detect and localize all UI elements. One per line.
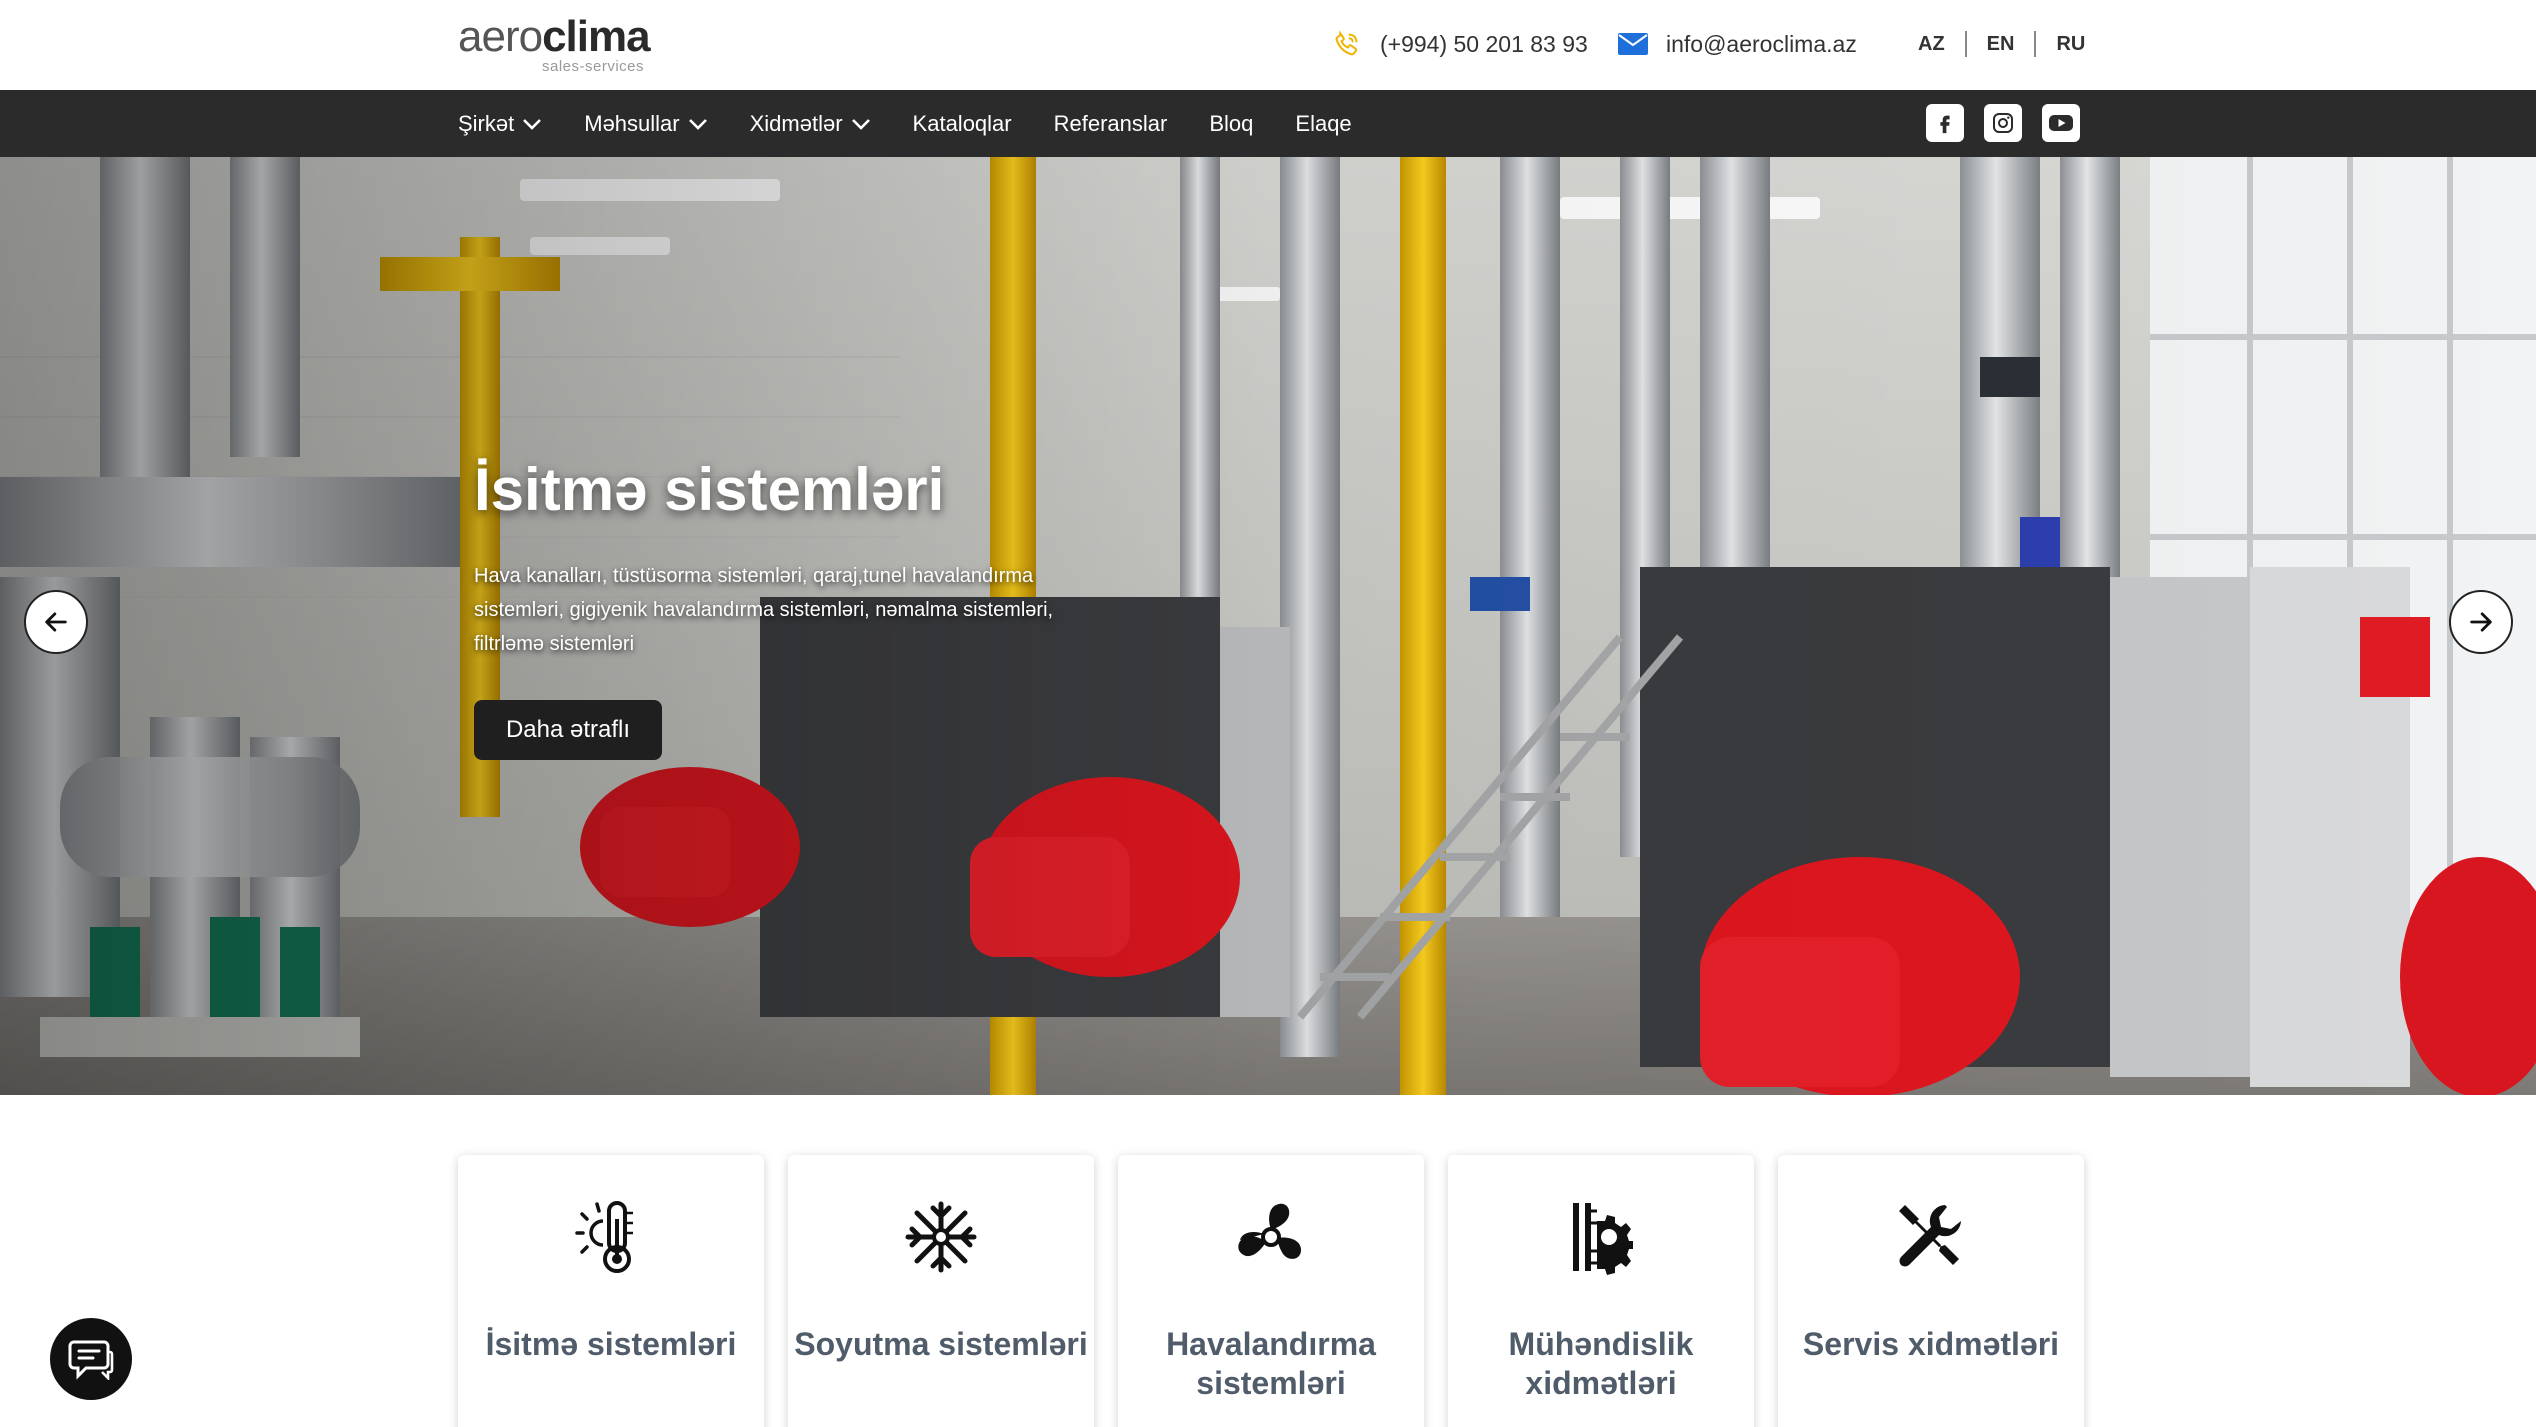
phone-icon xyxy=(1330,27,1364,61)
service-card-cooling[interactable]: Soyutma sistemləri xyxy=(788,1155,1094,1427)
email-text: info@aeroclima.az xyxy=(1666,31,1857,58)
nav-menu: Şirkət Məhsullar Xidmətlər Kataloqlar Re… xyxy=(458,90,1394,157)
top-header: aeroclima sales-services (+994) 50 201 8… xyxy=(0,0,2536,90)
lang-en[interactable]: EN xyxy=(1987,33,2015,56)
slider-next-button[interactable] xyxy=(2449,590,2513,654)
hero-background-image xyxy=(0,157,2536,1095)
arrow-right-icon xyxy=(2467,608,2495,636)
nav-item-bloq[interactable]: Bloq xyxy=(1209,111,1253,137)
slider-prev-button[interactable] xyxy=(24,590,88,654)
service-card-label: İsitmə sistemləri xyxy=(458,1325,764,1364)
wrench-screwdriver-icon xyxy=(1893,1199,1969,1275)
main-navbar: Şirkət Məhsullar Xidmətlər Kataloqlar Re… xyxy=(0,90,2536,157)
service-card-service[interactable]: Servis xidmətləri xyxy=(1778,1155,2084,1427)
nav-item-label: Xidmətlər xyxy=(750,111,843,137)
lang-az[interactable]: AZ xyxy=(1918,33,1945,56)
nav-item-referanslar[interactable]: Referanslar xyxy=(1054,111,1168,137)
youtube-icon[interactable] xyxy=(2042,104,2080,142)
language-switcher: AZ EN RU xyxy=(1918,28,2085,60)
engineering-gear-icon xyxy=(1563,1199,1639,1275)
hero-description: Hava kanalları, tüstüsorma sistemləri, q… xyxy=(474,559,1114,661)
chat-widget-button[interactable] xyxy=(50,1318,132,1400)
thermometer-sun-icon xyxy=(573,1199,649,1275)
nav-item-kataloqlar[interactable]: Kataloqlar xyxy=(913,111,1012,137)
instagram-icon[interactable] xyxy=(1984,104,2022,142)
hero-slider: İsitmə sistemləri Hava kanalları, tüstüs… xyxy=(0,157,2536,1095)
nav-item-label: Kataloqlar xyxy=(913,111,1012,137)
arrow-left-icon xyxy=(42,608,70,636)
lang-ru[interactable]: RU xyxy=(2056,33,2085,56)
email-contact[interactable]: info@aeroclima.az xyxy=(1616,26,1857,62)
nav-item-sirket[interactable]: Şirkət xyxy=(458,111,542,137)
chat-icon xyxy=(68,1338,114,1380)
service-cards: İsitmə sistemləri Soyutma sistemləri Hav… xyxy=(458,1155,2084,1427)
logo-part-aero: aero xyxy=(458,12,542,61)
nav-item-xidmetler[interactable]: Xidmətlər xyxy=(750,111,871,137)
service-card-label: Havalandırma sistemləri xyxy=(1118,1325,1424,1403)
snowflake-icon xyxy=(903,1199,979,1275)
chevron-down-icon xyxy=(522,117,542,131)
nav-item-label: Şirkət xyxy=(458,111,514,137)
nav-item-label: Referanslar xyxy=(1054,111,1168,137)
logo-part-clima: clima xyxy=(542,12,650,61)
logo-tagline: sales-services xyxy=(542,58,644,75)
more-details-button[interactable]: Daha ətraflı xyxy=(474,700,662,760)
chevron-down-icon xyxy=(851,117,871,131)
nav-item-label: Məhsullar xyxy=(584,111,679,137)
social-links xyxy=(1926,104,2080,142)
nav-item-mehsullar[interactable]: Məhsullar xyxy=(584,111,707,137)
phone-text: (+994) 50 201 83 93 xyxy=(1380,31,1588,58)
logo-wordmark: aeroclima xyxy=(458,14,658,60)
service-card-heating[interactable]: İsitmə sistemləri xyxy=(458,1155,764,1427)
nav-item-label: Elaqe xyxy=(1295,111,1351,137)
logo[interactable]: aeroclima sales-services xyxy=(458,14,658,76)
service-card-label: Mühəndislik xidmətləri xyxy=(1448,1325,1754,1403)
envelope-icon xyxy=(1616,27,1650,61)
service-card-ventilation[interactable]: Havalandırma sistemləri xyxy=(1118,1155,1424,1427)
lang-divider xyxy=(1965,31,1967,57)
nav-item-elaqe[interactable]: Elaqe xyxy=(1295,111,1351,137)
facebook-icon[interactable] xyxy=(1926,104,1964,142)
nav-item-label: Bloq xyxy=(1209,111,1253,137)
lang-divider xyxy=(2034,31,2036,57)
service-card-label: Servis xidmətləri xyxy=(1778,1325,2084,1364)
chevron-down-icon xyxy=(688,117,708,131)
hero-title: İsitmə sistemləri xyxy=(474,455,944,524)
fan-icon xyxy=(1233,1199,1309,1275)
service-card-label: Soyutma sistemləri xyxy=(788,1325,1094,1364)
service-card-engineering[interactable]: Mühəndislik xidmətləri xyxy=(1448,1155,1754,1427)
phone-contact[interactable]: (+994) 50 201 83 93 xyxy=(1330,26,1588,62)
